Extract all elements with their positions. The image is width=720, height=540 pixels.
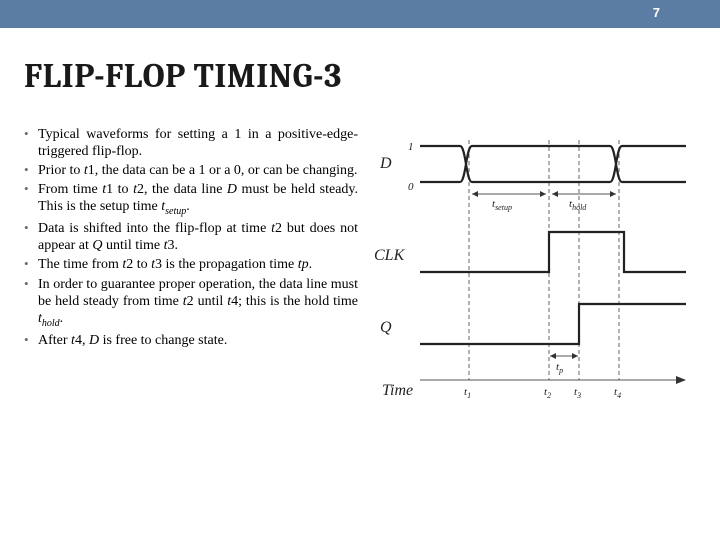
svg-text:thold: thold	[569, 198, 587, 212]
list-item: Typical waveforms for setting a 1 in a p…	[24, 126, 358, 160]
svg-text:tsetup: tsetup	[492, 198, 512, 212]
header-bar: 7	[0, 0, 720, 28]
list-item: After t4, D is free to change state.	[24, 332, 358, 349]
svg-text:t4: t4	[614, 386, 621, 400]
page-title: FLIP-FLOP TIMING-3	[24, 56, 720, 96]
list-item: In order to guarantee proper operation, …	[24, 276, 358, 330]
svg-text:1: 1	[408, 141, 414, 153]
svg-text:t2: t2	[544, 386, 551, 400]
d-label: D	[379, 155, 392, 172]
svg-text:0: 0	[408, 181, 414, 193]
content-row: Typical waveforms for setting a 1 in a p…	[0, 126, 720, 417]
bullet-list: Typical waveforms for setting a 1 in a p…	[0, 126, 366, 417]
list-item: From time t1 to t2, the data line D must…	[24, 181, 358, 218]
svg-text:t3: t3	[574, 386, 581, 400]
list-item: The time from t2 to t3 is the propagatio…	[24, 256, 358, 273]
q-label: Q	[380, 319, 392, 336]
timing-diagram: D 1 0 tsetup thold CLK Q tp	[366, 132, 702, 417]
list-item: Prior to t1, the data can be a 1 or a 0,…	[24, 162, 358, 179]
svg-text:tp: tp	[556, 361, 563, 375]
page-number: 7	[653, 5, 660, 20]
svg-text:t1: t1	[464, 386, 471, 400]
list-item: Data is shifted into the flip-flop at ti…	[24, 220, 358, 254]
svg-text:Time: Time	[382, 382, 413, 399]
clk-label: CLK	[374, 247, 406, 264]
